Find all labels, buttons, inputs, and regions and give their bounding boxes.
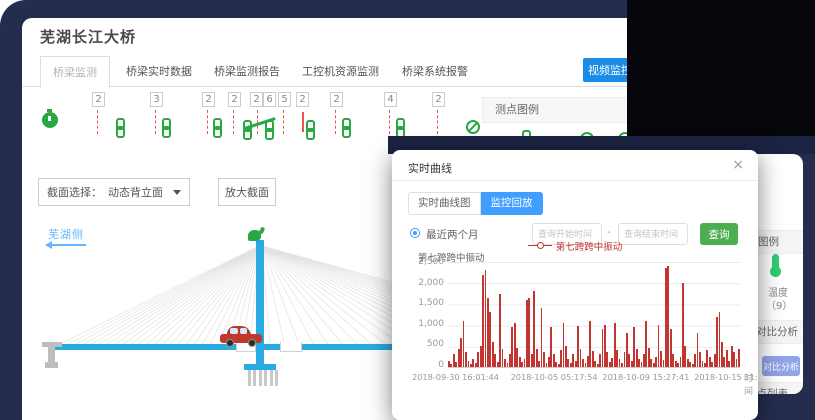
link-sensor-icon[interactable]	[213, 118, 222, 135]
legend-panel-header: 测点图例	[482, 97, 630, 123]
dashed-marker	[437, 110, 438, 134]
link-sensor-icon[interactable]	[342, 118, 351, 135]
radio-last-two-months[interactable]	[410, 228, 420, 238]
link-sensor-icon[interactable]	[396, 118, 405, 135]
tab-monitor-playback[interactable]: 监控回放	[481, 192, 543, 215]
chart-plot-area[interactable]	[448, 262, 740, 368]
dashed-marker	[335, 110, 336, 134]
sensor-count-badge: 2	[432, 92, 445, 107]
sensor-count-badge: 2	[296, 92, 309, 107]
section-select[interactable]: 截面选择： 动态背立面	[38, 178, 190, 206]
deck-expansion-joint	[280, 342, 302, 352]
link-sensor-icon[interactable]	[265, 120, 274, 137]
dashed-marker	[389, 110, 390, 134]
y-axis-ticks: 2,500 2,000 1,500 1,000 500 0	[406, 257, 444, 370]
close-icon[interactable]: ×	[732, 158, 744, 172]
link-sensor-icon[interactable]	[306, 120, 315, 137]
stopwatch-icon[interactable]	[42, 112, 58, 128]
range-separator: -	[607, 227, 611, 238]
zoom-section-button[interactable]: 放大截面	[218, 178, 276, 206]
car-graphic	[220, 326, 262, 348]
tab-system-alarm[interactable]: 桥梁系统报警	[402, 56, 468, 87]
sensor-count-badge: 3	[150, 92, 163, 107]
left-abutment	[42, 342, 62, 368]
chevron-down-icon	[173, 190, 181, 195]
legend-series-label: 第七跨跨中振动	[556, 239, 623, 253]
dashed-marker	[155, 110, 156, 134]
app-stage: 芜湖长江大桥 桥梁监测 桥梁实时数据 桥梁监测报告 工控机资源监测 桥梁系统报警…	[0, 0, 815, 420]
link-sensor-icon[interactable]	[243, 120, 252, 137]
x-axis-ticks: 2018-09-30 16:01:44 2018-10-05 05:17:54 …	[412, 372, 752, 384]
tab-ipc-resource[interactable]: 工控机资源监测	[302, 56, 379, 87]
section-select-value: 动态背立面	[108, 184, 173, 200]
sensor-count-badge: 2	[92, 92, 105, 107]
tab-bridge-monitor[interactable]: 桥梁监测	[40, 56, 110, 88]
link-sensor-icon[interactable]	[162, 118, 171, 135]
dashed-marker	[207, 110, 208, 134]
sensor-count-badge: 2	[250, 92, 263, 107]
dashed-marker	[283, 110, 284, 134]
compare-analysis-button[interactable]: 对比分析	[762, 356, 800, 376]
section-select-label: 截面选择：	[39, 184, 108, 200]
x-axis-title: 时间	[744, 371, 758, 397]
realtime-curve-modal: 实时曲线 × 实时曲线图 监控回放 最近两个月 - 查询 第七跨跨中振动 第七跨…	[392, 150, 758, 420]
legend-marker-icon	[528, 245, 552, 246]
modal-header: 实时曲线 ×	[392, 150, 758, 181]
dashed-marker	[97, 110, 98, 134]
thermometer-icon[interactable]	[772, 254, 779, 270]
disabled-sensor-icon[interactable]	[466, 120, 480, 134]
tab-realtime-data[interactable]: 桥梁实时数据	[126, 56, 192, 87]
main-tabbar: 桥梁监测 桥梁实时数据 桥梁监测报告 工控机资源监测 桥梁系统报警 视频监控	[22, 56, 630, 87]
modal-title: 实时曲线	[408, 160, 452, 176]
sensor-count-badge: 4	[384, 92, 397, 107]
page-title: 芜湖长江大桥	[40, 26, 136, 47]
link-sensor-icon[interactable]	[116, 118, 125, 135]
chart-bar	[738, 349, 740, 367]
dashed-marker	[233, 110, 234, 134]
temperature-count: （9）	[766, 297, 792, 312]
bar-series	[448, 262, 740, 367]
sensor-count-badge: 6	[263, 92, 276, 107]
black-backdrop	[627, 0, 815, 149]
sensor-count-badge: 5	[278, 92, 291, 107]
sensor-count-badge: 2	[202, 92, 215, 107]
sensor-count-badge: 2	[228, 92, 241, 107]
tab-monitor-report[interactable]: 桥梁监测报告	[214, 56, 280, 87]
modal-tabs: 实时曲线图 监控回放	[408, 192, 543, 215]
tower-top-sensor-icon[interactable]	[248, 230, 261, 241]
sensor-count-badge: 2	[330, 92, 343, 107]
solid-marker	[302, 112, 304, 132]
tower-piles	[248, 370, 278, 386]
tab-realtime-curve[interactable]: 实时曲线图	[408, 192, 481, 215]
